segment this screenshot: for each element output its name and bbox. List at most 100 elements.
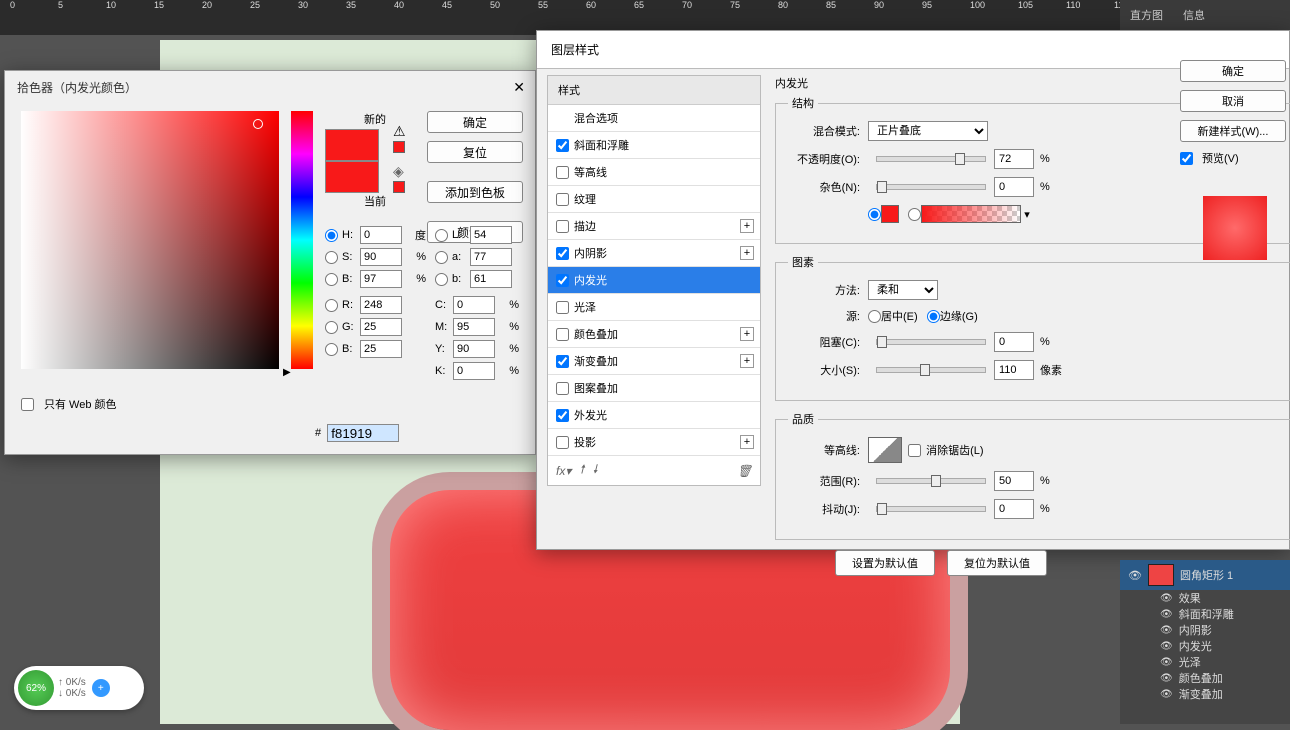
visibility-icon[interactable] — [1160, 688, 1173, 700]
style-checkbox[interactable] — [556, 328, 569, 341]
glow-color-radio[interactable] — [868, 208, 881, 221]
reset-default-button[interactable]: 复位为默认值 — [947, 550, 1047, 576]
plus-icon[interactable]: + — [740, 435, 754, 449]
visibility-icon[interactable] — [1160, 672, 1173, 684]
a-field[interactable] — [470, 248, 512, 266]
style-row[interactable]: 外发光 — [548, 402, 760, 429]
noise-slider[interactable] — [876, 184, 986, 190]
s-field[interactable] — [360, 248, 402, 266]
style-row[interactable]: 纹理 — [548, 186, 760, 213]
visibility-icon[interactable] — [1160, 640, 1173, 652]
glow-gradient[interactable] — [921, 205, 1021, 223]
visibility-icon[interactable] — [1160, 624, 1173, 636]
style-row[interactable]: 混合选项 — [548, 105, 760, 132]
opacity-slider[interactable] — [876, 156, 986, 162]
jitter-field[interactable] — [994, 499, 1034, 519]
close-icon[interactable]: ✕ — [513, 79, 525, 96]
radio-b[interactable] — [325, 273, 338, 286]
style-row[interactable]: 斜面和浮雕 — [548, 132, 760, 159]
ok-button[interactable]: 确定 — [1180, 60, 1286, 82]
plus-icon[interactable]: + — [740, 327, 754, 341]
gamut-warning-icon[interactable]: ⚠ — [393, 123, 406, 156]
style-row[interactable]: 内阴影+ — [548, 240, 760, 267]
style-checkbox[interactable] — [556, 409, 569, 422]
radio-l[interactable] — [435, 229, 448, 242]
visibility-icon[interactable] — [1160, 608, 1173, 620]
opacity-field[interactable] — [994, 149, 1034, 169]
reset-button[interactable]: 复位 — [427, 141, 523, 163]
plus-icon[interactable]: + — [740, 354, 754, 368]
radio-g[interactable] — [325, 321, 338, 334]
choke-slider[interactable] — [876, 339, 986, 345]
ok-button[interactable]: 确定 — [427, 111, 523, 133]
style-checkbox[interactable] — [556, 274, 569, 287]
m-field[interactable] — [453, 318, 495, 336]
l-field[interactable] — [470, 226, 512, 244]
y-field[interactable] — [453, 340, 495, 358]
radio-h[interactable] — [325, 229, 338, 242]
websafe-icon[interactable]: ◈ — [393, 163, 405, 196]
radio-b2[interactable] — [325, 343, 338, 356]
blend-mode-select[interactable]: 正片叠底 — [868, 121, 988, 141]
style-row[interactable]: 投影+ — [548, 429, 760, 456]
hue-slider[interactable] — [291, 111, 313, 369]
color-cursor[interactable] — [253, 119, 263, 129]
g-field[interactable] — [360, 318, 402, 336]
glow-color-chip[interactable] — [881, 205, 899, 223]
up-arrow-icon[interactable]: 🠕 — [579, 460, 584, 481]
visibility-icon[interactable] — [1128, 569, 1142, 582]
style-checkbox[interactable] — [556, 301, 569, 314]
radio-r[interactable] — [325, 299, 338, 312]
tab-histogram[interactable]: 直方图 — [1120, 7, 1173, 23]
style-checkbox[interactable] — [556, 436, 569, 449]
add-swatch-button[interactable]: 添加到色板 — [427, 181, 523, 203]
style-checkbox[interactable] — [556, 193, 569, 206]
new-style-button[interactable]: 新建样式(W)... — [1180, 120, 1286, 142]
network-widget[interactable]: 62% ↑ 0K/s ↓ 0K/s + — [14, 666, 144, 710]
c-field[interactable] — [453, 296, 495, 314]
b2-field[interactable] — [360, 340, 402, 358]
lab-b-field[interactable] — [470, 270, 512, 288]
plus-icon[interactable]: + — [740, 246, 754, 260]
k-field[interactable] — [453, 362, 495, 380]
method-select[interactable]: 柔和 — [868, 280, 938, 300]
contour-picker[interactable] — [868, 437, 902, 463]
noise-field[interactable] — [994, 177, 1034, 197]
style-row[interactable]: 图案叠加 — [548, 375, 760, 402]
trash-icon[interactable]: 🗑 — [737, 464, 752, 478]
web-only-checkbox[interactable] — [21, 398, 34, 411]
style-checkbox[interactable] — [556, 355, 569, 368]
style-checkbox[interactable] — [556, 139, 569, 152]
style-row[interactable]: 颜色叠加+ — [548, 321, 760, 348]
style-row[interactable]: 渐变叠加+ — [548, 348, 760, 375]
color-field[interactable] — [21, 111, 279, 369]
source-center-radio[interactable] — [868, 310, 881, 323]
hex-field[interactable] — [327, 424, 399, 442]
radio-a[interactable] — [435, 251, 448, 264]
style-checkbox[interactable] — [556, 220, 569, 233]
source-edge-radio[interactable] — [927, 310, 940, 323]
fx-icon[interactable]: fx▾ — [556, 464, 571, 478]
style-row[interactable]: 内发光 — [548, 267, 760, 294]
tab-info[interactable]: 信息 — [1173, 7, 1215, 23]
plus-icon[interactable]: + — [92, 679, 110, 697]
style-checkbox[interactable] — [556, 247, 569, 260]
radio-s[interactable] — [325, 251, 338, 264]
down-arrow-icon[interactable]: 🠗 — [593, 460, 598, 481]
jitter-slider[interactable] — [876, 506, 986, 512]
set-default-button[interactable]: 设置为默认值 — [835, 550, 935, 576]
size-field[interactable] — [994, 360, 1034, 380]
range-slider[interactable] — [876, 478, 986, 484]
glow-grad-radio[interactable] — [908, 208, 921, 221]
preview-checkbox[interactable] — [1180, 152, 1193, 165]
style-checkbox[interactable] — [556, 382, 569, 395]
cancel-button[interactable]: 取消 — [1180, 90, 1286, 112]
range-field[interactable] — [994, 471, 1034, 491]
layer-thumb[interactable] — [1148, 564, 1174, 586]
radio-lab-b[interactable] — [435, 273, 448, 286]
b-field[interactable] — [360, 270, 402, 288]
plus-icon[interactable]: + — [740, 219, 754, 233]
choke-field[interactable] — [994, 332, 1034, 352]
style-row[interactable]: 描边+ — [548, 213, 760, 240]
antialias-checkbox[interactable] — [908, 444, 921, 457]
